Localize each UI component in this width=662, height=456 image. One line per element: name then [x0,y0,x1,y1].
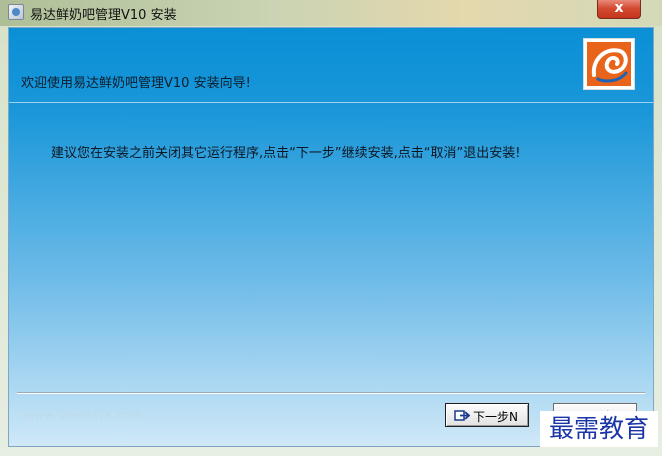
installer-window: 易达鲜奶吧管理V10 安装 x 欢迎使用易达鲜奶吧管理V10 安装向导! 建议您… [0,0,662,456]
window-title: 易达鲜奶吧管理V10 安装 [30,8,177,23]
footer-divider [17,392,645,394]
brand-logo-icon [583,38,635,90]
instruction-text: 建议您在安装之前关闭其它运行程序,点击“下一步”继续安装,点击“取消”退出安装! [51,146,521,161]
corner-watermark: 最需教育 [540,411,658,447]
next-arrow-icon [454,409,471,425]
close-button[interactable]: x [597,0,641,19]
title-bar[interactable]: 易达鲜奶吧管理V10 安装 x [0,0,662,26]
installer-app-icon [8,4,24,20]
next-button[interactable]: 下一步N [445,403,529,427]
brand-logo-graphic [587,42,631,86]
header-divider [9,102,653,103]
wizard-panel: 欢迎使用易达鲜奶吧管理V10 安装向导! 建议您在安装之前关闭其它运行程序,点击… [8,27,654,447]
site-watermark: www.downxia.com [25,409,143,422]
next-button-label: 下一步N [473,410,518,424]
welcome-heading: 欢迎使用易达鲜奶吧管理V10 安装向导! [21,76,251,91]
